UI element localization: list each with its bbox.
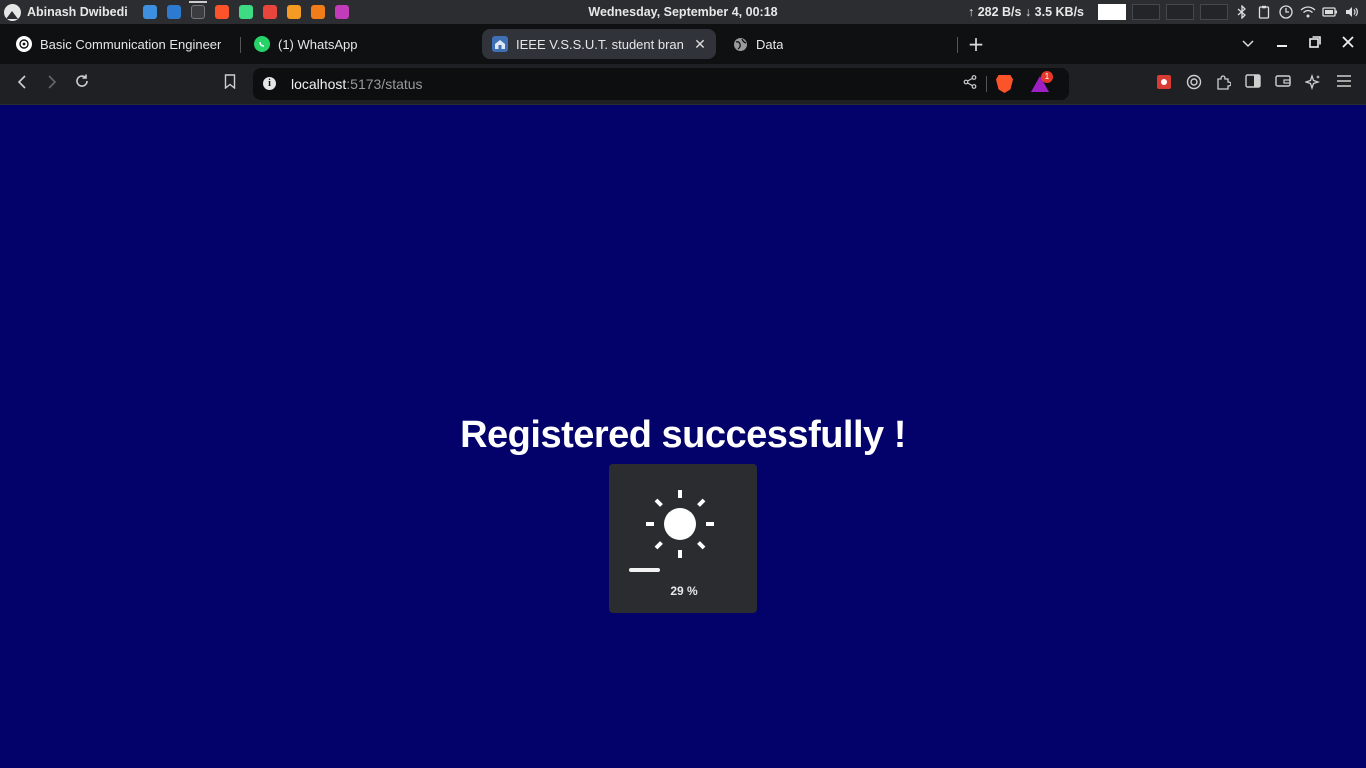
brave-app-icon[interactable] (214, 5, 229, 19)
brightness-level-fill (629, 568, 661, 572)
brightness-osd: 29 % (609, 464, 757, 613)
url-text[interactable]: localhost:5173/status (291, 76, 423, 92)
red-app-icon[interactable] (262, 5, 277, 19)
tab-whatsapp[interactable]: (1) WhatsApp (244, 29, 470, 59)
main-menu-icon[interactable] (1334, 74, 1354, 94)
distro-logo-icon[interactable] (4, 3, 21, 21)
address-bar-divider (986, 76, 987, 92)
tab-title: IEEE V.S.S.U.T. student bran (516, 36, 684, 52)
vscode-app-icon[interactable] (166, 5, 181, 19)
share-icon[interactable] (961, 75, 979, 93)
extensions-puzzle-icon[interactable] (1213, 74, 1233, 94)
ieee-icon (492, 36, 508, 52)
disk-graph (1200, 4, 1228, 20)
tab-separator (957, 37, 958, 53)
url-path: :5173/status (346, 76, 423, 92)
url-host: localhost (291, 76, 347, 92)
tab-ieee-vssut[interactable]: IEEE V.S.S.U.T. student bran ✕ (482, 29, 716, 59)
forward-button[interactable] (41, 73, 63, 95)
leo-ai-icon[interactable] (1303, 73, 1323, 94)
vpn-target-icon[interactable] (1184, 74, 1204, 94)
cpu-graph (1098, 4, 1126, 20)
tab-title: Data (756, 36, 784, 52)
battery-icon[interactable] (1322, 4, 1338, 20)
system-top-panel: Abinash Dwibedi Wednesday, September 4, … (0, 0, 1366, 24)
sidebar-toggle-icon[interactable] (1243, 74, 1263, 94)
tab-data[interactable]: Data (722, 29, 948, 59)
tab-search-chevron-down-icon[interactable] (1238, 34, 1258, 54)
browser-tab-strip: Basic Communication Engineer (1) WhatsAp… (0, 24, 1366, 64)
tab-title: (1) WhatsApp (278, 36, 358, 52)
wifi-icon[interactable] (1300, 4, 1316, 20)
panel-left: Abinash Dwibedi (0, 0, 354, 24)
volume-icon[interactable] (1344, 4, 1360, 20)
user-name[interactable]: Abinash Dwibedi (27, 5, 128, 19)
minimize-button[interactable] (1272, 34, 1292, 54)
browser-toolbar: i localhost:5173/status 1 (0, 64, 1366, 105)
tab-title: Basic Communication Engineer (40, 36, 222, 52)
address-bar[interactable]: i localhost:5173/status 1 (253, 68, 1069, 100)
tab-basic-communication[interactable]: Basic Communication Engineer (6, 29, 232, 59)
rewards-badge: 1 (1041, 71, 1053, 83)
bluetooth-icon[interactable] (1234, 4, 1250, 20)
terminal-app-icon[interactable] (188, 1, 207, 19)
network-speed: ↑ 282 B/s ↓ 3.5 KB/s (967, 5, 1084, 19)
brightness-percent: 29 % (670, 584, 698, 598)
extension-red-icon[interactable] (1154, 74, 1174, 94)
page-viewport: Registered successfully ! (0, 105, 1366, 768)
purple-app-icon[interactable] (334, 5, 349, 19)
wallet-icon[interactable] (1273, 74, 1293, 94)
files-app-icon[interactable] (142, 5, 157, 19)
sun-icon (646, 490, 714, 558)
android-studio-app-icon[interactable] (238, 5, 253, 19)
brave-shields-icon[interactable] (996, 75, 1013, 93)
success-message: Registered successfully ! (460, 414, 906, 456)
orange-app-2-icon[interactable] (310, 5, 325, 19)
whatsapp-icon (254, 36, 270, 52)
bookmark-button[interactable] (219, 73, 241, 95)
brightness-level-bar (629, 568, 737, 572)
restore-button[interactable] (1305, 34, 1325, 54)
reload-button[interactable] (71, 73, 93, 95)
orange-app-icon[interactable] (286, 5, 301, 19)
close-tab-icon[interactable]: ✕ (692, 36, 708, 52)
memory-graph (1132, 4, 1160, 20)
site-info-icon[interactable]: i (263, 77, 276, 90)
tab-separator (240, 37, 241, 53)
swap-graph (1166, 4, 1194, 20)
close-window-button[interactable] (1338, 34, 1358, 54)
clock-icon[interactable] (1278, 4, 1294, 20)
clipboard-icon[interactable] (1256, 4, 1272, 20)
panel-right: ↑ 282 B/s ↓ 3.5 KB/s (968, 0, 1360, 24)
back-button[interactable] (11, 73, 33, 95)
chatgpt-icon (16, 36, 32, 52)
new-tab-button[interactable]: + (966, 34, 986, 54)
globe-icon (732, 36, 748, 52)
